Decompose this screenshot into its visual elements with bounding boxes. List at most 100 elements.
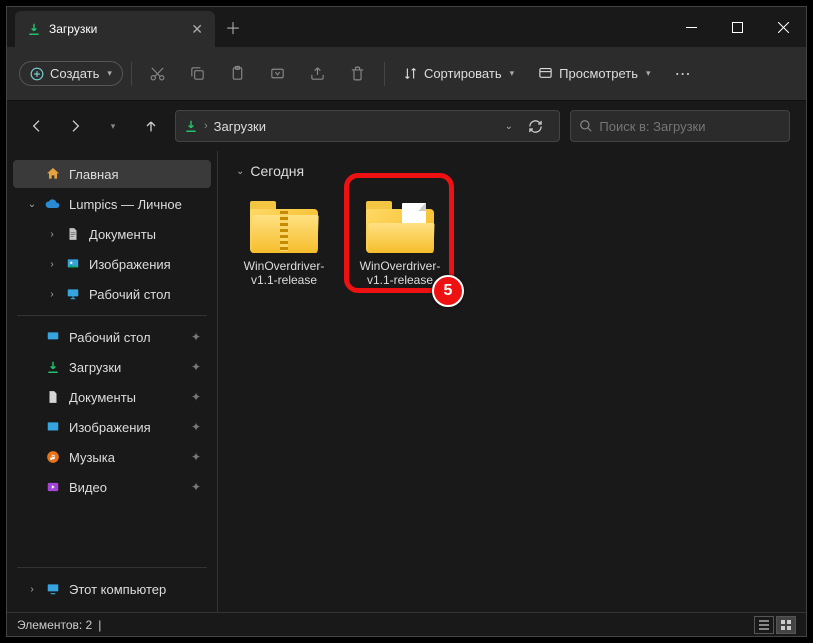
sidebar-quick-images[interactable]: Изображения ✦ bbox=[13, 413, 211, 441]
view-button[interactable]: Просмотреть ▾ bbox=[528, 60, 660, 87]
chevron-down-icon: ▾ bbox=[107, 68, 112, 79]
create-button[interactable]: Создать ▾ bbox=[19, 61, 123, 86]
pin-icon: ✦ bbox=[191, 420, 201, 434]
download-icon bbox=[184, 119, 198, 133]
sidebar-label: Изображения bbox=[69, 420, 151, 435]
pin-icon: ✦ bbox=[191, 480, 201, 494]
tab-downloads[interactable]: Загрузки ✕ bbox=[15, 11, 215, 47]
sidebar-onedrive[interactable]: ⌄ Lumpics — Личное bbox=[13, 190, 211, 218]
new-tab-button[interactable]: ＋ bbox=[215, 7, 251, 47]
maximize-button[interactable] bbox=[714, 7, 760, 47]
sidebar-documents[interactable]: › Документы bbox=[13, 220, 211, 248]
breadcrumb-current[interactable]: Загрузки bbox=[214, 119, 266, 134]
image-icon bbox=[45, 419, 61, 435]
sidebar: Главная ⌄ Lumpics — Личное › Документы ›… bbox=[7, 151, 217, 612]
titlebar: Загрузки ✕ ＋ bbox=[7, 7, 806, 47]
toolbar: Создать ▾ Сортировать ▾ Просмотреть ▾ ⋯ bbox=[7, 47, 806, 101]
sidebar-label: Изображения bbox=[89, 257, 171, 272]
desktop-icon bbox=[65, 286, 81, 302]
download-icon bbox=[27, 22, 41, 36]
view-label: Просмотреть bbox=[559, 66, 638, 81]
chevron-down-icon[interactable]: ⌄ bbox=[505, 121, 513, 132]
sort-label: Сортировать bbox=[424, 66, 502, 81]
recent-button[interactable]: ▾ bbox=[99, 112, 127, 140]
item-count: Элементов: 2 bbox=[17, 618, 92, 632]
view-icons-button[interactable] bbox=[776, 616, 796, 634]
sort-icon bbox=[403, 66, 418, 81]
sidebar-label: Lumpics — Личное bbox=[69, 197, 182, 212]
expand-icon[interactable]: › bbox=[47, 259, 57, 270]
paste-button[interactable] bbox=[220, 58, 256, 90]
sidebar-images[interactable]: › Изображения bbox=[13, 250, 211, 278]
sidebar-quick-desktop[interactable]: Рабочий стол ✦ bbox=[13, 323, 211, 351]
view-icon bbox=[538, 66, 553, 81]
cut-button[interactable] bbox=[140, 58, 176, 90]
search-icon bbox=[579, 118, 593, 134]
sidebar-label: Музыка bbox=[69, 450, 115, 465]
desktop-icon bbox=[45, 329, 61, 345]
group-label: Сегодня bbox=[250, 163, 304, 179]
chevron-down-icon: ⌄ bbox=[236, 166, 244, 177]
annotation-callout: 5 bbox=[432, 275, 464, 307]
zip-folder-icon bbox=[248, 197, 320, 253]
tab-close-icon[interactable]: ✕ bbox=[191, 21, 203, 38]
file-item-folder[interactable]: WinOverdriver-v1.1-release bbox=[352, 193, 448, 292]
file-explorer-window: Загрузки ✕ ＋ Создать ▾ Сортировать bbox=[6, 6, 807, 637]
content-area[interactable]: ⌄ Сегодня WinOverdriver-v1.1-release bbox=[217, 151, 806, 612]
more-button[interactable]: ⋯ bbox=[665, 58, 701, 90]
group-header[interactable]: ⌄ Сегодня bbox=[236, 163, 788, 179]
view-details-button[interactable] bbox=[754, 616, 774, 634]
file-item-zip[interactable]: WinOverdriver-v1.1-release bbox=[236, 193, 332, 292]
sidebar-label: Загрузки bbox=[69, 360, 121, 375]
download-icon bbox=[45, 359, 61, 375]
sidebar-home[interactable]: Главная bbox=[13, 160, 211, 188]
folder-icon bbox=[364, 197, 436, 253]
document-icon bbox=[45, 389, 61, 405]
sidebar-this-pc[interactable]: › Этот компьютер bbox=[13, 575, 211, 603]
search-box[interactable] bbox=[570, 110, 790, 142]
video-icon bbox=[45, 479, 61, 495]
sidebar-quick-downloads[interactable]: Загрузки ✦ bbox=[13, 353, 211, 381]
music-icon bbox=[45, 449, 61, 465]
search-input[interactable] bbox=[599, 119, 781, 134]
item-label: WinOverdriver-v1.1-release bbox=[356, 259, 444, 288]
callout-number: 5 bbox=[444, 282, 453, 300]
forward-button[interactable] bbox=[61, 112, 89, 140]
expand-icon[interactable]: ⌄ bbox=[27, 199, 37, 210]
chevron-down-icon: ▾ bbox=[510, 68, 515, 79]
sidebar-label: Главная bbox=[69, 167, 118, 182]
up-button[interactable] bbox=[137, 112, 165, 140]
back-button[interactable] bbox=[23, 112, 51, 140]
status-bar: Элементов: 2 | bbox=[7, 612, 806, 636]
sidebar-label: Рабочий стол bbox=[69, 330, 151, 345]
copy-button[interactable] bbox=[180, 58, 216, 90]
address-bar[interactable]: › Загрузки ⌄ bbox=[175, 110, 560, 142]
minimize-button[interactable] bbox=[668, 7, 714, 47]
refresh-button[interactable] bbox=[519, 119, 551, 134]
create-label: Создать bbox=[50, 66, 99, 81]
document-icon bbox=[65, 226, 81, 242]
tab-label: Загрузки bbox=[49, 22, 97, 36]
share-button[interactable] bbox=[300, 58, 336, 90]
sidebar-quick-music[interactable]: Музыка ✦ bbox=[13, 443, 211, 471]
delete-button[interactable] bbox=[340, 58, 376, 90]
sort-button[interactable]: Сортировать ▾ bbox=[393, 60, 524, 87]
sidebar-label: Видео bbox=[69, 480, 107, 495]
pin-icon: ✦ bbox=[191, 450, 201, 464]
image-icon bbox=[65, 256, 81, 272]
pin-icon: ✦ bbox=[191, 330, 201, 344]
chevron-down-icon: ▾ bbox=[646, 68, 651, 79]
rename-button[interactable] bbox=[260, 58, 296, 90]
close-button[interactable] bbox=[760, 7, 806, 47]
sidebar-quick-documents[interactable]: Документы ✦ bbox=[13, 383, 211, 411]
expand-icon[interactable]: › bbox=[47, 229, 57, 240]
sidebar-desktop[interactable]: › Рабочий стол bbox=[13, 280, 211, 308]
navbar: ▾ › Загрузки ⌄ bbox=[7, 101, 806, 151]
cloud-icon bbox=[45, 196, 61, 212]
sidebar-label: Рабочий стол bbox=[89, 287, 171, 302]
pin-icon: ✦ bbox=[191, 390, 201, 404]
expand-icon[interactable]: › bbox=[27, 584, 37, 595]
expand-icon[interactable]: › bbox=[47, 289, 57, 300]
sidebar-label: Документы bbox=[69, 390, 136, 405]
sidebar-quick-video[interactable]: Видео ✦ bbox=[13, 473, 211, 501]
